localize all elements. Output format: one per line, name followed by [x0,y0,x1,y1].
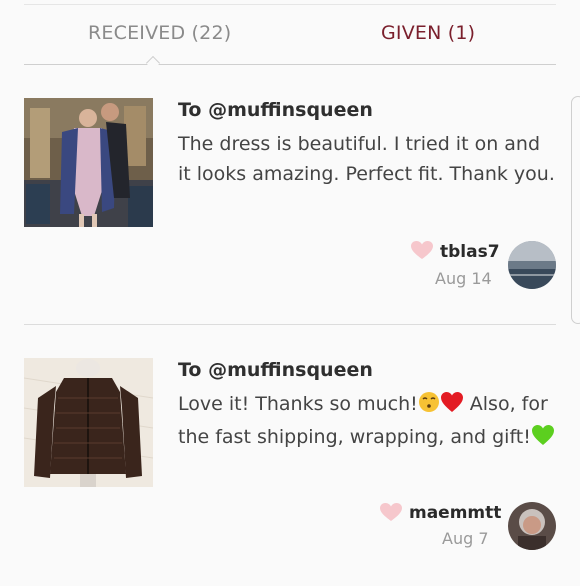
reviewer-username[interactable]: maemmtt [409,503,501,523]
recipient-line: To @muffinsqueen [178,99,373,121]
kissing-face-emoji-icon [418,391,440,422]
review-message: The dress is beautiful. I tried it on an… [178,133,555,185]
dress-photo-image [24,98,153,227]
review-card: To @muffinsqueen The dress is beautiful.… [0,66,580,326]
heart-icon[interactable] [379,502,403,522]
red-heart-emoji-icon [440,391,464,422]
scrollbar[interactable] [571,96,580,324]
reviewer-username[interactable]: tblas7 [440,242,500,262]
item-thumbnail[interactable] [24,358,153,487]
portrait-avatar-image [508,502,556,550]
ocean-avatar-image [508,241,556,289]
tab-received[interactable]: RECEIVED (22) [88,22,231,44]
item-thumbnail[interactable] [24,98,153,227]
card-divider [24,324,556,325]
review-date: Aug 7 [442,529,489,548]
reviewer-avatar[interactable] [508,502,556,550]
green-heart-emoji-icon [531,424,555,455]
review-card: To @muffinsqueen Love it! Thanks so much… [0,326,580,586]
tabs-underline [24,64,556,65]
review-date: Aug 14 [435,269,492,288]
feedback-tabs: RECEIVED (22) GIVEN (1) [24,14,556,71]
jacket-photo-image [24,358,153,487]
review-message-part1: Love it! Thanks so much! [178,393,418,415]
heart-icon[interactable] [410,240,434,260]
review-message: Love it! Thanks so much! Also, for the f… [178,389,556,455]
top-divider [24,4,556,5]
reviewer-avatar[interactable] [508,241,556,289]
tab-given[interactable]: GIVEN (1) [381,22,475,44]
recipient-line: To @muffinsqueen [178,359,373,381]
